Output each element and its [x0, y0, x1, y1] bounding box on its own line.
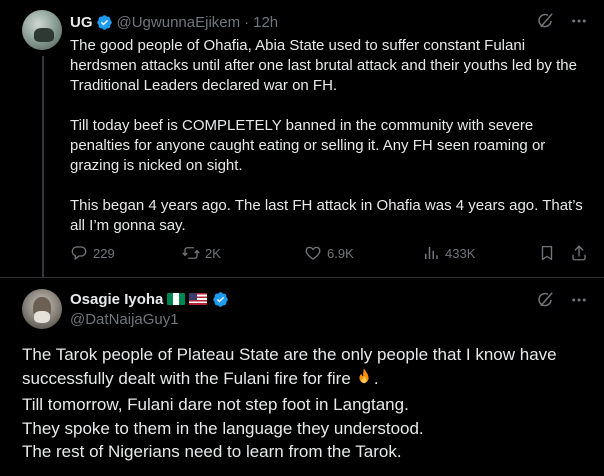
tweet-paragraph: This began 4 years ago. The last FH atta…: [70, 197, 583, 234]
tweet-text: The good people of Ohafia, Abia State us…: [70, 36, 590, 236]
tweet-header: UG @UgwunnaEjikem · 12h: [70, 12, 278, 32]
timeline: UG @UgwunnaEjikem · 12h The good people …: [0, 0, 604, 476]
repost-button[interactable]: 2K: [182, 244, 221, 262]
reply-count: 229: [93, 245, 115, 261]
views-icon: [425, 247, 438, 259]
tweet-line-suffix: .: [373, 368, 379, 388]
tweet-line: successfully dealt with the Fulani fire …: [22, 368, 351, 388]
author-name[interactable]: UG: [70, 14, 93, 31]
tweet-header: Osagie Iyoha @DatNaijaGuy1: [70, 289, 229, 330]
tweet-ug[interactable]: UG @UgwunnaEjikem · 12h The good people …: [0, 0, 604, 278]
more-icon[interactable]: [570, 12, 588, 30]
views-count: 433K: [445, 245, 476, 261]
tweet-line: The Tarok people of Plateau State are th…: [22, 345, 557, 364]
reply-button[interactable]: 229: [70, 244, 115, 262]
bookmark-icon: [541, 245, 553, 261]
author-handle[interactable]: @DatNaijaGuy1: [70, 310, 229, 330]
verified-badge-icon: [212, 291, 229, 308]
author-handle[interactable]: @UgwunnaEjikem: [117, 14, 241, 31]
repost-count: 2K: [205, 245, 221, 261]
verified-badge-icon: [96, 14, 113, 31]
like-icon: [305, 246, 321, 260]
reply-icon: [71, 246, 87, 260]
author-name[interactable]: Osagie Iyoha: [70, 291, 163, 308]
tweet-actions: 229 2K 6.9K 433K: [70, 244, 590, 266]
tweet-line: They spoke to them in the language they …: [22, 418, 424, 438]
avatar[interactable]: [22, 289, 62, 329]
more-icon[interactable]: [570, 291, 588, 309]
tweet-paragraph: Till today beef is COMPLETELY banned in …: [70, 117, 546, 174]
us-flag: [189, 293, 208, 305]
tweet-top-actions: [536, 291, 588, 309]
repost-icon: [182, 247, 200, 259]
avatar[interactable]: [22, 10, 62, 50]
tweet-line: The rest of Nigerians need to learn from…: [22, 442, 402, 461]
thread-line: [42, 56, 44, 278]
views-button[interactable]: 433K: [422, 244, 475, 262]
tweet-paragraph: The good people of Ohafia, Abia State us…: [70, 37, 577, 94]
divider: [0, 277, 604, 278]
tweet-top-actions: [536, 12, 588, 30]
like-count: 6.9K: [327, 245, 354, 261]
timestamp[interactable]: 12h: [253, 14, 278, 31]
tweet-text: The Tarok people of Plateau State are th…: [22, 343, 592, 464]
fire-emoji: [354, 367, 374, 394]
grok-icon[interactable]: [536, 12, 554, 30]
nigeria-flag: [167, 293, 186, 305]
like-button[interactable]: 6.9K: [304, 244, 354, 262]
tweet-line-with-emoji: successfully dealt with the Fulani fire …: [22, 367, 592, 394]
share-icon: [572, 245, 586, 261]
grok-icon[interactable]: [536, 291, 554, 309]
separator-dot: ·: [244, 13, 250, 31]
tweet-line: Till tomorrow, Fulani dare not step foot…: [22, 395, 409, 414]
bookmark-button[interactable]: [538, 244, 561, 262]
share-button[interactable]: [570, 244, 593, 262]
